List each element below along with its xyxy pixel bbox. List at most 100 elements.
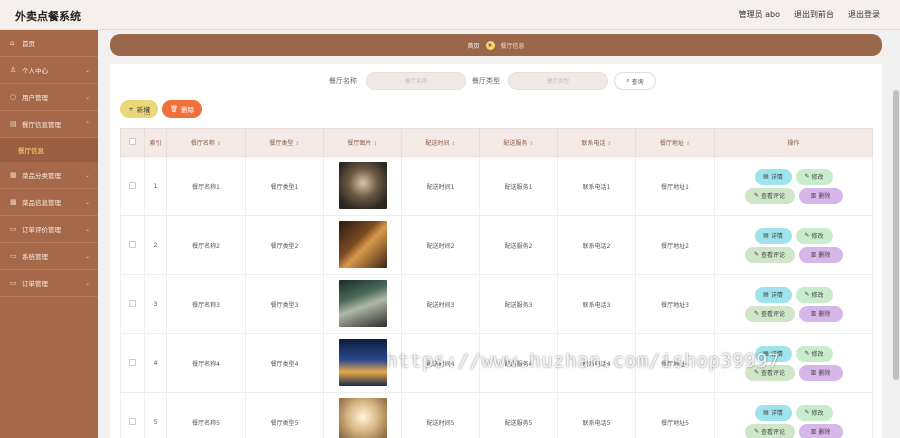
breadcrumb-home[interactable]: 首页 [467,41,479,50]
sidebar-subitem-restaurant-info[interactable]: 餐厅信息 [0,138,98,162]
col-name-label: 餐厅名称 [190,140,215,147]
sort-icon[interactable]: ⇕ [686,141,690,147]
admin-label: 管理员 abo [738,10,780,19]
col-type[interactable]: 餐厅类型 ⇕ [245,128,324,157]
cell-index: 3 [144,274,167,334]
row-checkbox[interactable] [129,417,136,425]
col-time-label: 配送时间 [425,140,450,147]
sidebar-item-profile[interactable]: ♙ 个人中心 ⌄ [0,57,98,84]
select-all-cell[interactable] [120,128,145,157]
sidebar-item-system[interactable]: ▭ 系统管理 ⌄ [0,243,98,270]
view-comments-button[interactable]: ✎ 查看评论 [744,187,795,204]
edit-button[interactable]: ✎ 修改 [795,168,833,185]
cell-phone: 联系电话3 [557,274,636,334]
row-select-cell[interactable] [120,392,145,438]
detail-label: 详情 [770,292,783,299]
edit-button[interactable]: ✎ 修改 [795,286,833,303]
type-search-input[interactable]: 餐厅类型 [508,72,608,90]
detail-button[interactable]: ▤ 详情 [754,345,792,362]
cell-type: 餐厅类型4 [245,333,324,393]
sort-icon[interactable]: ⇕ [373,141,377,147]
row-delete-button[interactable]: ▥ 删除 [798,187,843,204]
col-type-label: 餐厅类型 [269,140,294,147]
col-image[interactable]: 餐厅图片 ⇕ [323,128,402,157]
cell-actions: ▤ 详情 ✎ 修改 ✎ 查看评论 ▥ 删除 [714,333,873,393]
sort-icon[interactable]: ⇕ [607,141,611,147]
detail-button[interactable]: ▤ 详情 [754,227,792,244]
home-icon: ⌂ [10,38,15,47]
row-actions: ▤ 详情 ✎ 修改 ✎ 查看评论 ▥ 删除 [744,168,844,204]
detail-button[interactable]: ▤ 详情 [754,404,792,421]
row-actions: ▤ 详情 ✎ 修改 ✎ 查看评论 ▥ 删除 [744,404,844,438]
row-delete-label: 删除 [818,311,831,318]
detail-button[interactable]: ▤ 详情 [754,286,792,303]
dish-icon: ▦ [10,197,17,206]
row-checkbox[interactable] [129,181,136,189]
sort-icon[interactable]: ⇕ [295,141,299,147]
row-select-cell[interactable] [120,156,145,216]
sidebar-item-dish-info[interactable]: ▦ 菜品信息管理 ⌄ [0,189,98,216]
comment-icon: ▭ [10,224,17,233]
page-scrollbar[interactable] [892,30,900,438]
batch-delete-button[interactable]: 🗑 删除 [162,100,202,118]
row-select-cell[interactable] [120,215,145,275]
row-delete-button[interactable]: ▥ 删除 [798,246,843,263]
back-to-front-link[interactable]: 退出到前台 [794,9,834,20]
comment-label: 查看评论 [761,429,786,436]
detail-button[interactable]: ▤ 详情 [754,168,792,185]
row-select-cell[interactable] [120,274,145,334]
col-service[interactable]: 配送服务 ⇕ [479,128,558,157]
row-checkbox[interactable] [129,299,136,307]
trash-icon: ▥ [810,310,817,317]
row-checkbox[interactable] [129,240,136,248]
pencil-icon: ✎ [753,369,759,376]
sidebar-item-restaurant[interactable]: ▤ 餐厅信息管理 ⌃ [0,111,98,138]
logout-link[interactable]: 退出登录 [848,9,880,20]
view-comments-button[interactable]: ✎ 查看评论 [744,246,795,263]
sidebar-item-users[interactable]: ○ 用户管理 ⌄ [0,84,98,111]
sidebar-item-dish-category[interactable]: ▦ 菜品分类管理 ⌄ [0,162,98,189]
sidebar-item-home[interactable]: ⌂ 首页 [0,30,98,57]
chevron-down-icon: ⌄ [84,199,90,206]
col-time[interactable]: 配送时间 ⇕ [401,128,480,157]
name-search-input[interactable]: 餐厅名称 [366,72,466,90]
row-delete-button[interactable]: ▥ 删除 [798,423,843,438]
cell-image [323,392,402,438]
detail-label: 详情 [770,410,783,417]
cell-image [323,156,402,216]
row-checkbox[interactable] [129,358,136,366]
query-button[interactable]: ⌕ 查询 [614,72,656,90]
sort-icon[interactable]: ⇕ [451,141,455,147]
edit-button[interactable]: ✎ 修改 [795,227,833,244]
row-select-cell[interactable] [120,333,145,393]
pointer-cursor-icon: ☝ [144,105,151,118]
col-name[interactable]: 餐厅名称 ⇕ [166,128,246,157]
cell-phone: 联系电话2 [557,215,636,275]
user-icon: ♙ [10,65,17,74]
edit-button[interactable]: ✎ 修改 [795,345,833,362]
view-comments-button[interactable]: ✎ 查看评论 [744,364,795,381]
edit-button[interactable]: ✎ 修改 [795,404,833,421]
users-icon: ○ [10,92,17,101]
row-delete-button[interactable]: ▥ 删除 [798,364,843,381]
sidebar-item-order-review[interactable]: ▭ 订单评价管理 ⌄ [0,216,98,243]
col-phone[interactable]: 联系电话 ⇕ [557,128,636,157]
cell-index: 1 [144,156,167,216]
sort-icon[interactable]: ⇕ [529,141,533,147]
cell-type: 餐厅类型2 [245,215,324,275]
sort-icon[interactable]: ⇕ [217,141,221,147]
pencil-icon: ✎ [753,428,759,435]
row-delete-button[interactable]: ▥ 删除 [798,305,843,322]
sidebar-item-label: 系统管理 [22,253,48,261]
sidebar-item-orders[interactable]: ▭ 订单管理 ⌄ [0,270,98,297]
cell-phone: 联系电话1 [557,156,636,216]
col-image-label: 餐厅图片 [347,140,372,147]
select-all-checkbox[interactable] [129,138,136,145]
cell-name: 餐厅名称2 [166,215,246,275]
pencil-icon: ✎ [804,350,810,357]
row-actions: ▤ 详情 ✎ 修改 ✎ 查看评论 ▥ 删除 [744,227,844,263]
col-address[interactable]: 餐厅地址 ⇕ [635,128,715,157]
view-comments-button[interactable]: ✎ 查看评论 [744,305,795,322]
scrollbar-thumb[interactable] [893,90,899,380]
view-comments-button[interactable]: ✎ 查看评论 [744,423,795,438]
